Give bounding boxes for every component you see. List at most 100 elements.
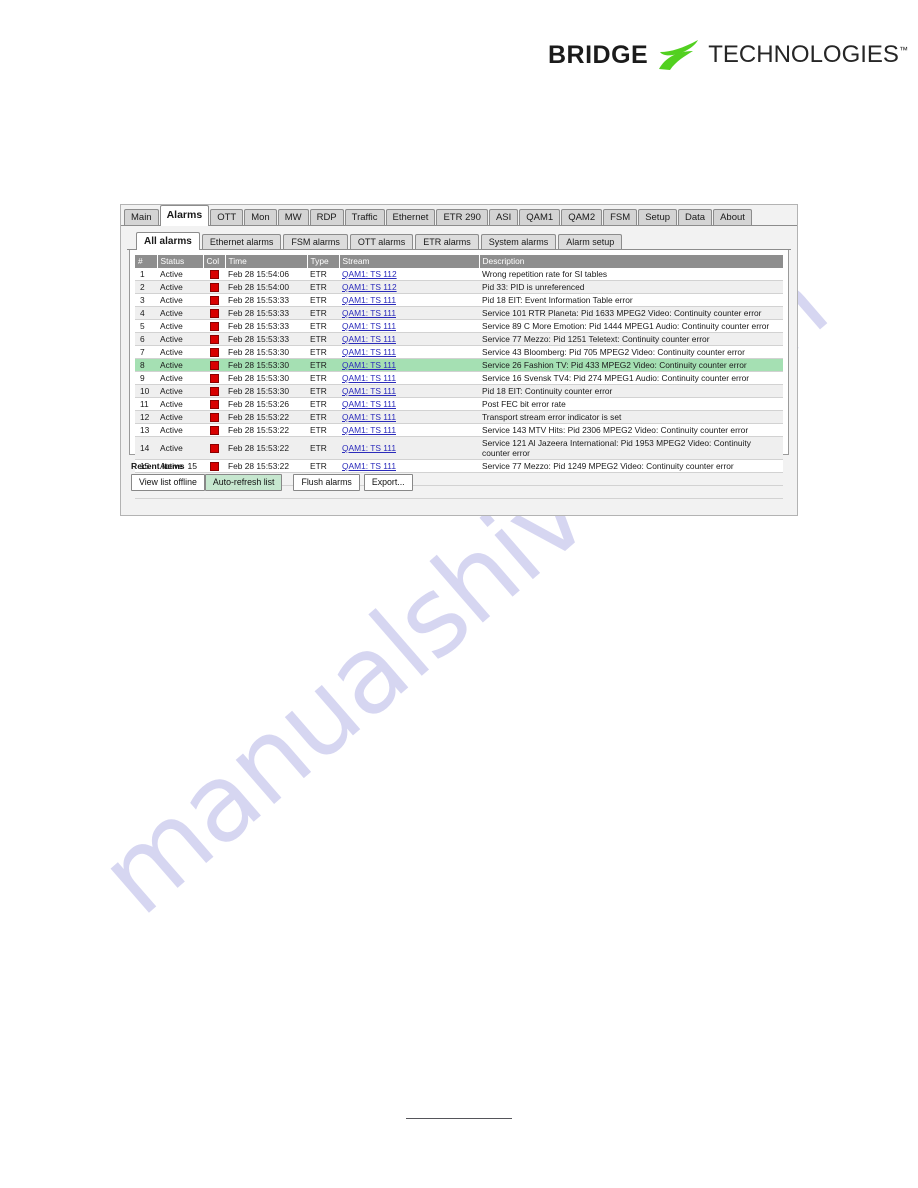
severity-square-icon [209, 335, 219, 345]
recent-items-label: Recent items [131, 461, 185, 471]
primary-tab-asi[interactable]: ASI [488, 209, 519, 225]
recent-items-count: 15 [187, 461, 198, 471]
primary-tab-qam2[interactable]: QAM2 [561, 209, 603, 225]
secondary-tab-etr-alarms[interactable]: ETR alarms [415, 234, 479, 249]
stream-link[interactable]: QAM1: TS 111 [342, 443, 396, 453]
column-header-stream[interactable]: Stream [339, 255, 480, 268]
alarm-description: Wrong repetition rate for SI tables [479, 268, 783, 281]
stream-link[interactable]: QAM1: TS 111 [342, 347, 396, 357]
stream-link[interactable]: QAM1: TS 111 [342, 321, 396, 331]
stream-link[interactable]: QAM1: TS 111 [342, 461, 396, 471]
primary-tab-mw[interactable]: MW [277, 209, 309, 225]
alarm-status: Active [157, 397, 203, 411]
secondary-tab-ott-alarms[interactable]: OTT alarms [349, 234, 414, 249]
page-bottom-rule [406, 1118, 512, 1119]
primary-tab-about[interactable]: About [713, 209, 752, 225]
secondary-tab-system-alarms[interactable]: System alarms [480, 234, 557, 249]
primary-tab-rdp[interactable]: RDP [309, 209, 344, 225]
stream-link[interactable]: QAM1: TS 111 [342, 308, 396, 318]
table-row[interactable]: 8 Active Feb 28 15:53:30 ETR QAM1: TS 111 Ser… [135, 358, 783, 372]
secondary-tab-alarm-setup[interactable]: Alarm setup [558, 234, 623, 249]
stream-link[interactable]: QAM1: TS 111 [342, 399, 396, 409]
primary-tab-mon[interactable]: Mon [244, 209, 277, 225]
primary-tab-setup[interactable]: Setup [638, 209, 678, 225]
alarm-description: Service 89 C More Emotion: Pid 1444 MPEG… [479, 319, 783, 333]
table-row[interactable]: 10 Active Feb 28 15:53:30 ETR QAM1: TS 111 Pi… [135, 384, 783, 398]
column-header-type[interactable]: Type [307, 255, 340, 268]
alarm-time: Feb 28 15:53:30 [225, 358, 307, 372]
primary-tab-main[interactable]: Main [124, 209, 159, 225]
primary-tab-data[interactable]: Data [678, 209, 713, 225]
alarm-type: ETR [307, 268, 339, 281]
table-row[interactable]: 1 Active Feb 28 15:54:06 ETR QAM1: TS 112 Wro… [135, 268, 783, 281]
alarm-index: 1 [135, 268, 157, 281]
alarm-index: 12 [135, 410, 157, 424]
stream-link[interactable]: QAM1: TS 111 [342, 334, 396, 344]
table-row[interactable]: 2 Active Feb 28 15:54:00 ETR QAM1: TS 112 Pid… [135, 280, 783, 294]
auto-refresh-list-button[interactable]: Auto-refresh list [204, 474, 283, 491]
primary-tab-etr-290[interactable]: ETR 290 [436, 209, 488, 225]
alarm-stream-cell: QAM1: TS 112 [339, 280, 479, 294]
stream-link[interactable]: QAM1: TS 111 [342, 386, 396, 396]
stream-link[interactable]: QAM1: TS 111 [342, 373, 396, 383]
table-row[interactable]: 3 Active Feb 28 15:53:33 ETR QAM1: TS 111 Pid… [135, 293, 783, 307]
alarm-description: Service 43 Bloomberg: Pid 705 MPEG2 Vide… [479, 345, 783, 359]
primary-tab-ethernet[interactable]: Ethernet [385, 209, 436, 225]
alarm-description: Post FEC bit error rate [479, 397, 783, 411]
column-header-num[interactable]: # [135, 255, 158, 268]
column-header-description[interactable]: Description [479, 255, 783, 268]
primary-tab-alarms[interactable]: Alarms [159, 205, 210, 226]
alarm-table-container[interactable]: # Status Col Time Type Stream Description 1 Act… [129, 250, 789, 499]
alarm-type: ETR [307, 332, 339, 346]
table-row[interactable]: 12 Active Feb 28 15:53:22 ETR QAM1: TS 111 Tr… [135, 410, 783, 424]
severity-square-icon [209, 426, 219, 436]
alarm-description: Service 26 Fashion TV: Pid 433 MPEG2 Vid… [479, 358, 783, 372]
column-header-status[interactable]: Status [157, 255, 204, 268]
secondary-tab-all-alarms[interactable]: All alarms [136, 232, 200, 250]
alarm-stream-cell: QAM1: TS 111 [339, 423, 479, 437]
alarm-index: 11 [135, 397, 157, 411]
severity-square-icon [209, 361, 219, 371]
alarm-status: Active [157, 268, 203, 281]
alarm-description: Service 101 RTR Planeta: Pid 1633 MPEG2 … [479, 306, 783, 320]
table-row[interactable]: 9 Active Feb 28 15:53:30 ETR QAM1: TS 111 Ser… [135, 371, 783, 385]
primary-tab-traffic[interactable]: Traffic [344, 209, 385, 225]
table-row[interactable]: 4 Active Feb 28 15:53:33 ETR QAM1: TS 111 Ser… [135, 306, 783, 320]
table-row[interactable]: 7 Active Feb 28 15:53:30 ETR QAM1: TS 111 Ser… [135, 345, 783, 359]
alarm-status: Active [157, 306, 203, 320]
alarms-content-wrapper: All alarms Ethernet alarms FSM alarms OTT a… [121, 226, 797, 499]
secondary-tab-fsm-alarms[interactable]: FSM alarms [283, 234, 348, 249]
export-button[interactable]: Export... [363, 474, 413, 491]
stream-link[interactable]: QAM1: TS 111 [342, 360, 396, 370]
secondary-tab-ethernet-alarms[interactable]: Ethernet alarms [201, 234, 282, 249]
stream-link[interactable]: QAM1: TS 111 [342, 412, 396, 422]
flush-alarms-button[interactable]: Flush alarms [293, 474, 360, 491]
table-row[interactable]: 5 Active Feb 28 15:53:33 ETR QAM1: TS 111 Ser… [135, 319, 783, 333]
primary-tab-qam1[interactable]: QAM1 [519, 209, 561, 225]
alarm-index: 7 [135, 345, 157, 359]
alarm-status: Active [157, 293, 203, 307]
bridge-technologies-logo: BRIDGE TECHNOLOGIES™ [548, 38, 908, 72]
alarm-type: ETR [307, 423, 339, 437]
column-header-time[interactable]: Time [225, 255, 308, 268]
alarm-type: ETR [307, 410, 339, 424]
table-row[interactable]: 6 Active Feb 28 15:53:33 ETR QAM1: TS 111 Ser… [135, 332, 783, 346]
severity-square-icon [209, 387, 219, 397]
stream-link[interactable]: QAM1: TS 111 [342, 295, 396, 305]
primary-tab-ott[interactable]: OTT [210, 209, 244, 225]
severity-color-cell [203, 423, 225, 437]
alarm-index: 4 [135, 306, 157, 320]
view-list-offline-button[interactable]: View list offline [131, 474, 205, 491]
severity-square-icon [209, 309, 219, 319]
alarm-type: ETR [307, 319, 339, 333]
stream-link[interactable]: QAM1: TS 112 [342, 269, 397, 279]
table-row[interactable]: 13 Active Feb 28 15:53:22 ETR QAM1: TS 111 Se… [135, 423, 783, 437]
alarm-time: Feb 28 15:53:30 [225, 384, 307, 398]
primary-tab-fsm[interactable]: FSM [603, 209, 638, 225]
column-header-col[interactable]: Col [203, 255, 226, 268]
alarm-index: 5 [135, 319, 157, 333]
alarm-time: Feb 28 15:53:33 [225, 319, 307, 333]
stream-link[interactable]: QAM1: TS 112 [342, 282, 397, 292]
table-row[interactable]: 11 Active Feb 28 15:53:26 ETR QAM1: TS 111 Po… [135, 397, 783, 411]
stream-link[interactable]: QAM1: TS 111 [342, 425, 396, 435]
